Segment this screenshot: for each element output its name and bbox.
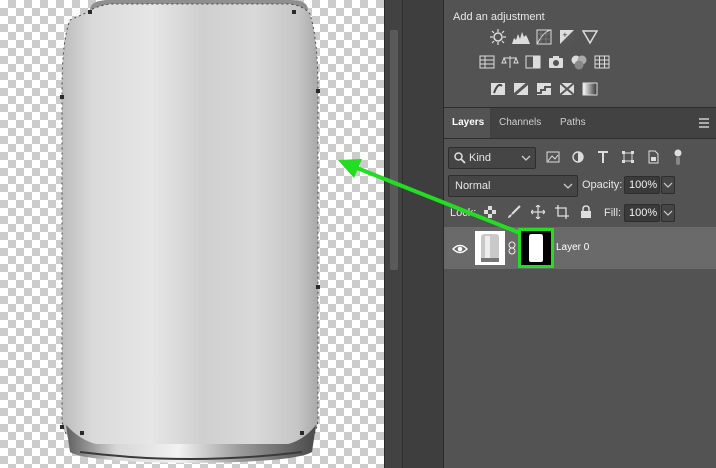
levels-icon[interactable] bbox=[511, 27, 530, 46]
layer-mask-thumbnail[interactable] bbox=[518, 228, 554, 268]
panel-dock-strip bbox=[402, 0, 443, 468]
right-panel: Add an adjustment + Layers Channels Path… bbox=[443, 0, 716, 468]
adjustments-row-3 bbox=[488, 79, 599, 98]
filter-toggle-icon[interactable] bbox=[669, 148, 687, 166]
smart-object-filter-icon[interactable] bbox=[644, 148, 662, 166]
tab-channels-label: Channels bbox=[499, 117, 542, 128]
threshold-icon[interactable] bbox=[534, 79, 553, 98]
gradient-map-icon[interactable] bbox=[580, 79, 599, 98]
tab-channels[interactable]: Channels bbox=[491, 108, 549, 138]
pixel-filter-icon[interactable] bbox=[544, 148, 562, 166]
chevron-down-icon bbox=[563, 183, 573, 189]
color-lookup-icon[interactable] bbox=[592, 52, 611, 71]
visibility-eye-icon[interactable] bbox=[452, 242, 468, 260]
exposure-icon[interactable]: + bbox=[557, 27, 576, 46]
fill-label: Fill: bbox=[604, 207, 622, 219]
adjustments-row-2 bbox=[477, 52, 611, 71]
blend-mode-dropdown[interactable]: Normal bbox=[448, 175, 578, 197]
search-icon bbox=[454, 152, 466, 164]
layer-row[interactable]: Layer 0 bbox=[444, 227, 716, 269]
posterize-icon[interactable] bbox=[511, 79, 530, 98]
lock-transparent-pixels-icon[interactable] bbox=[482, 204, 498, 220]
photo-filter-icon[interactable] bbox=[546, 52, 565, 71]
lock-artboard-icon[interactable] bbox=[554, 204, 570, 220]
adjustments-title: Add an adjustment bbox=[453, 11, 545, 23]
hue-saturation-icon[interactable] bbox=[477, 52, 496, 71]
vibrance-icon[interactable] bbox=[580, 27, 599, 46]
adjustment-filter-icon[interactable] bbox=[569, 148, 587, 166]
lock-label: Lock: bbox=[450, 207, 477, 219]
layer-name[interactable]: Layer 0 bbox=[556, 242, 589, 253]
type-filter-icon[interactable] bbox=[594, 148, 612, 166]
brightness-contrast-icon[interactable] bbox=[488, 27, 507, 46]
curves-icon[interactable] bbox=[534, 27, 553, 46]
tab-paths[interactable]: Paths bbox=[552, 108, 594, 138]
aluminum-can-image bbox=[60, 0, 320, 463]
canvas-scrollbar[interactable] bbox=[384, 0, 403, 468]
layer-filter-icons bbox=[544, 148, 687, 166]
opacity-label: Opacity: bbox=[582, 179, 623, 191]
channel-mixer-icon[interactable] bbox=[569, 52, 588, 71]
fill-value: 100% bbox=[629, 207, 658, 219]
svg-text:+: + bbox=[562, 31, 568, 39]
adjustments-row-1: + bbox=[488, 27, 599, 46]
fill-slider-toggle[interactable] bbox=[661, 204, 675, 222]
tab-layers[interactable]: Layers bbox=[444, 108, 490, 138]
black-white-icon[interactable] bbox=[523, 52, 542, 71]
color-balance-icon[interactable] bbox=[500, 52, 519, 71]
tab-layers-label: Layers bbox=[452, 117, 485, 128]
layer-thumbnail[interactable] bbox=[475, 231, 505, 265]
fill-input[interactable]: 100% bbox=[624, 204, 660, 222]
layers-panel-tabs: Layers Channels Paths bbox=[444, 107, 716, 139]
opacity-slider-toggle[interactable] bbox=[661, 176, 675, 194]
scrollbar-thumb[interactable] bbox=[390, 30, 398, 270]
opacity-value: 100% bbox=[629, 179, 658, 191]
panel-menu-icon[interactable] bbox=[697, 116, 711, 130]
document-canvas[interactable] bbox=[0, 0, 384, 468]
chevron-down-icon bbox=[521, 155, 531, 161]
lock-image-pixels-icon[interactable] bbox=[506, 204, 522, 220]
link-chain-icon[interactable] bbox=[508, 241, 516, 260]
lock-position-icon[interactable] bbox=[530, 204, 546, 220]
tab-paths-label: Paths bbox=[560, 117, 586, 128]
blend-mode-value: Normal bbox=[455, 180, 491, 192]
invert-icon[interactable] bbox=[488, 79, 507, 98]
opacity-input[interactable]: 100% bbox=[624, 176, 660, 194]
filter-kind-dropdown[interactable]: Kind bbox=[448, 147, 536, 169]
selective-color-icon[interactable] bbox=[557, 79, 576, 98]
lock-all-icon[interactable] bbox=[578, 204, 594, 220]
filter-kind-label: Kind bbox=[469, 152, 492, 164]
lock-icons bbox=[482, 204, 594, 220]
shape-filter-icon[interactable] bbox=[619, 148, 637, 166]
